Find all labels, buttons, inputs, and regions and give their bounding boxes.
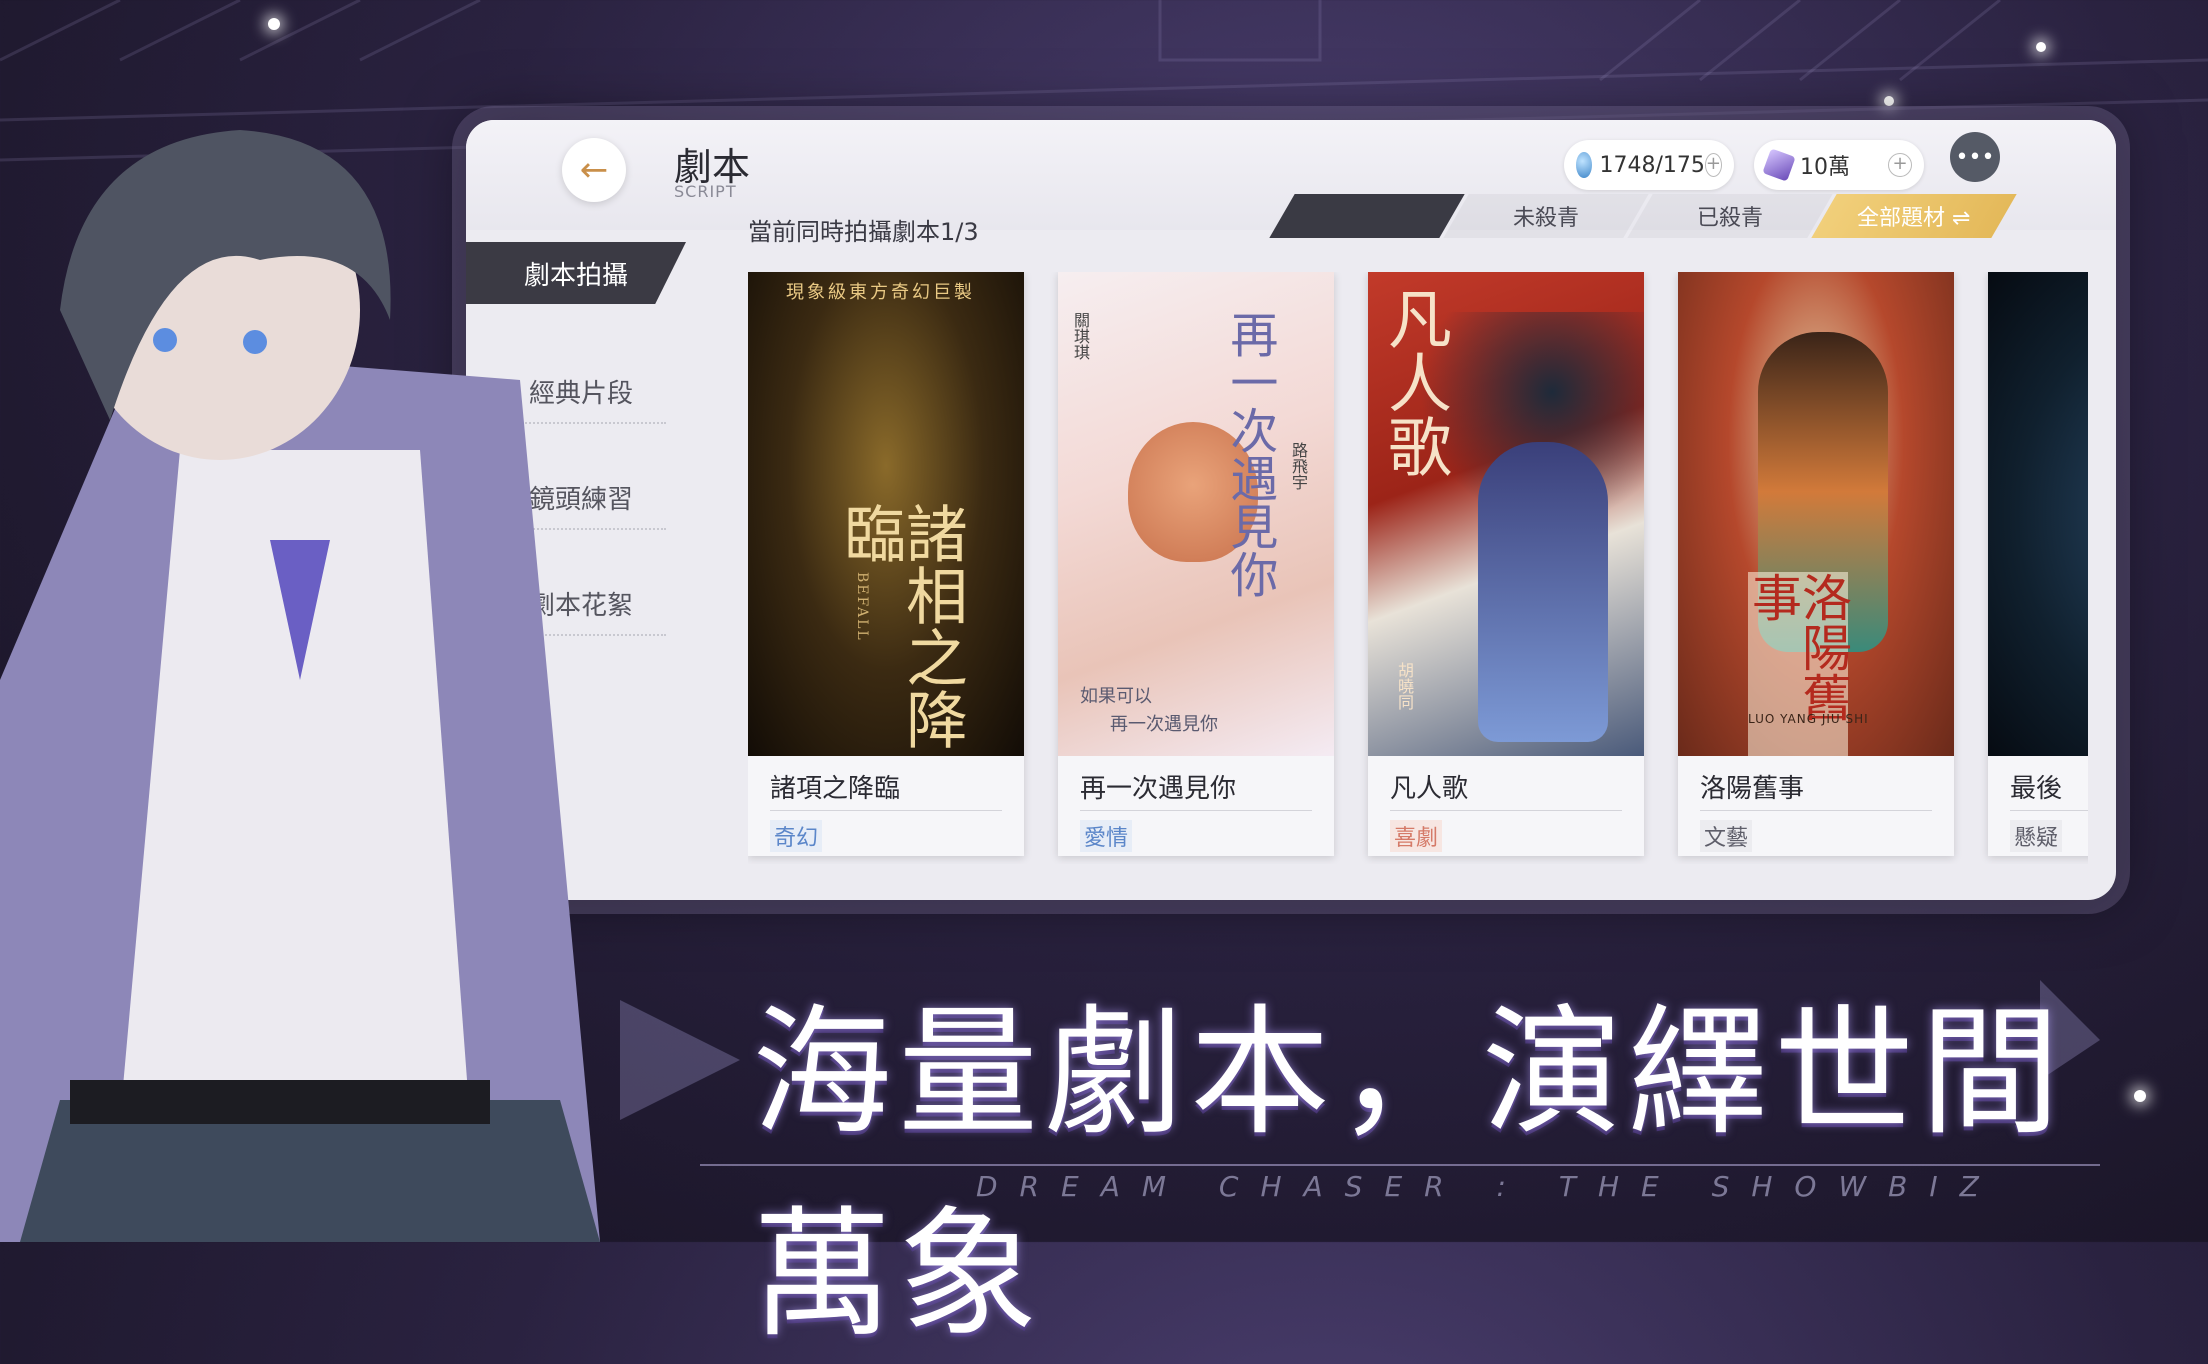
- chat-bubble-icon: •••: [1955, 144, 1995, 170]
- script-card-list: 現象級東方奇幻巨製 諸相之降臨 BEFALL 諸項之降臨 奇幻 再一次遇見你 關…: [748, 272, 2088, 864]
- poster-credit: 關琪琪: [1071, 312, 1090, 360]
- filter-tabs: 未殺青 已殺青 全部題材 ⇌: [1269, 194, 2017, 238]
- tab-unfinished[interactable]: 未殺青: [1443, 194, 1649, 238]
- genre-badge: 文藝: [1700, 820, 1753, 852]
- poster-tagline: 現象級東方奇幻巨製: [786, 282, 975, 303]
- divider: [770, 810, 1002, 811]
- divider: [1390, 810, 1622, 811]
- poster-image: 洛陽舊事 LUO YANG JIU SHI: [1678, 272, 1954, 756]
- script-card[interactable]: 洛陽舊事 LUO YANG JIU SHI 洛陽舊事 文藝: [1678, 272, 1954, 856]
- poster-line: 如果可以: [1080, 686, 1152, 707]
- card-title: 諸項之降臨: [770, 774, 901, 804]
- tab-finished[interactable]: 已殺青: [1627, 194, 1833, 238]
- divider: [1700, 810, 1932, 811]
- sparkle-decor: [268, 18, 280, 30]
- poster-image: 再一次遇見你 關琪琪 路飛宇 如果可以 再一次遇見你: [1058, 272, 1334, 756]
- page-subtitle: SCRIPT: [674, 182, 737, 201]
- sparkle-decor: [2036, 42, 2046, 52]
- genre-badge: 懸疑: [2010, 820, 2063, 852]
- script-card[interactable]: 最後 懸疑: [1988, 272, 2088, 856]
- game-tagline: DREAM CHASER : THE SHOWBIZ: [976, 1170, 2001, 1203]
- genre-badge: 愛情: [1080, 820, 1133, 852]
- poster-title: 凡人歌: [1377, 286, 1451, 478]
- genre-badge: 奇幻: [770, 820, 823, 852]
- promo-slogan: 海量劇本，演繹世間萬象: [752, 992, 2067, 1357]
- poster-title: 洛陽舊事: [1744, 572, 1852, 756]
- add-stamina-button[interactable]: +: [1704, 153, 1722, 177]
- crystal-value: 10萬: [1800, 155, 1850, 180]
- poster-line: 再一次遇見你: [1110, 714, 1218, 735]
- script-panel: ← 劇本 SCRIPT 1748/175 + 10萬 + ••• 當前同時拍攝劇…: [466, 120, 2116, 900]
- tab-all-genres[interactable]: 全部題材 ⇌: [1811, 194, 2017, 238]
- poster-image: 現象級東方奇幻巨製 諸相之降臨 BEFALL: [748, 272, 1024, 756]
- chat-button[interactable]: •••: [1950, 132, 2000, 182]
- genre-badge: 喜劇: [1390, 820, 1443, 852]
- add-crystal-button[interactable]: +: [1888, 153, 1912, 177]
- script-card[interactable]: 凡人歌 胡曉同 凡人歌 喜劇: [1368, 272, 1644, 856]
- stamina-counter: 1748/175 +: [1564, 140, 1734, 190]
- poster-subtitle: BEFALL: [854, 572, 870, 642]
- crystal-icon: [1762, 148, 1796, 182]
- card-title: 洛陽舊事: [1700, 774, 1805, 804]
- stamina-value: 1748/175: [1599, 152, 1705, 178]
- tagline-divider: [700, 1164, 2100, 1166]
- card-title: 再一次遇見你: [1080, 774, 1237, 804]
- poster-credit: 路飛宇: [1289, 442, 1308, 490]
- divider: [2010, 810, 2088, 811]
- water-drop-icon: [1576, 152, 1592, 178]
- card-title: 凡人歌: [1390, 774, 1469, 804]
- poster-title: 再一次遇見你: [1221, 310, 1278, 598]
- sparkle-decor: [1884, 96, 1894, 106]
- divider: [1080, 810, 1312, 811]
- character-portrait: [0, 130, 600, 1242]
- script-card[interactable]: 再一次遇見你 關琪琪 路飛宇 如果可以 再一次遇見你 再一次遇見你 愛情: [1058, 272, 1334, 856]
- poster-credit: 胡曉同: [1395, 662, 1414, 710]
- card-title: 最後: [2010, 774, 2063, 804]
- concurrent-scripts-text: 當前同時拍攝劇本1/3: [748, 218, 979, 246]
- script-card[interactable]: 現象級東方奇幻巨製 諸相之降臨 BEFALL 諸項之降臨 奇幻: [748, 272, 1024, 856]
- crystal-counter: 10萬 +: [1754, 140, 1924, 190]
- tab-filter-dark[interactable]: [1269, 194, 1465, 238]
- poster-subtitle: LUO YANG JIU SHI: [1748, 712, 1869, 726]
- poster-image: 凡人歌 胡曉同: [1368, 272, 1644, 756]
- poster-image: [1988, 272, 2088, 756]
- character-illustration: [1478, 442, 1608, 742]
